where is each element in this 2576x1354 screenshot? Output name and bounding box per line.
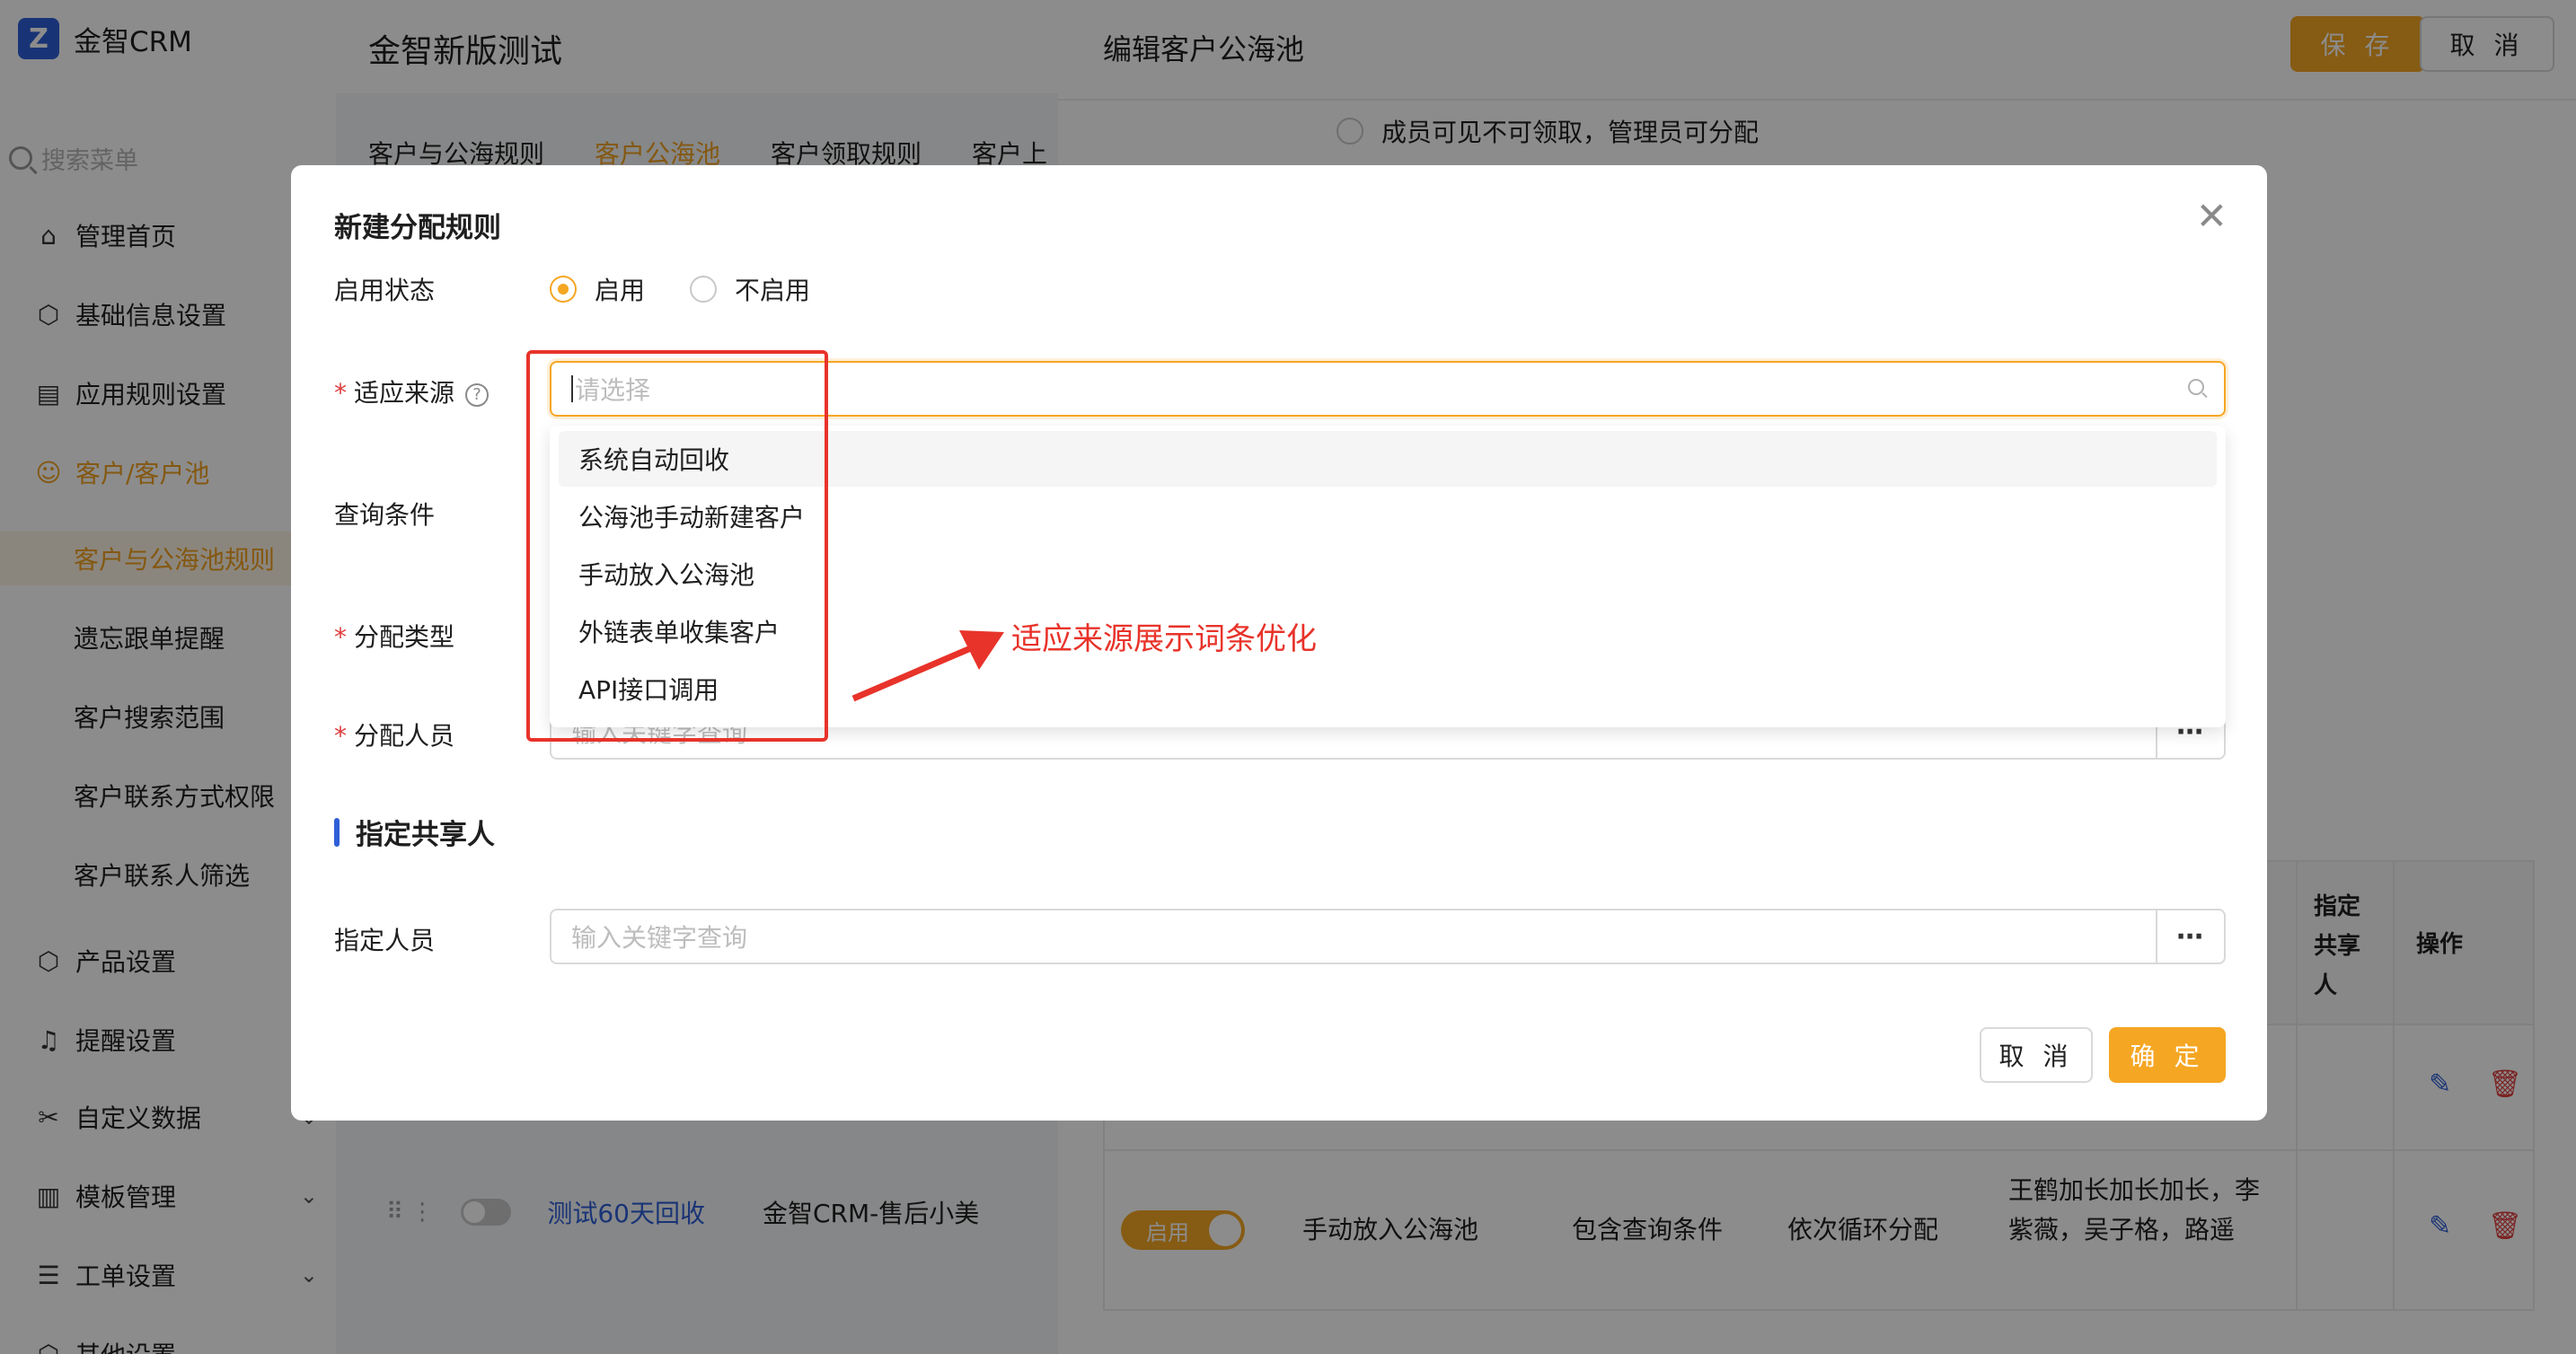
radio-disabled-label[interactable]: 不启用 [735,271,810,307]
source-label: * 适应来源? [334,374,490,409]
required-mark: * [334,721,347,751]
status-radio-group: 启用 不启用 [550,271,855,307]
confirm-button[interactable]: 确 定 [2109,1027,2226,1083]
query-label: 查询条件 [334,500,436,530]
assignee-label: * 分配人员 [334,721,455,751]
status-label: 启用状态 [334,276,436,305]
close-icon[interactable]: ✕ [2196,198,2228,235]
radio-enabled[interactable] [550,276,577,303]
share-input[interactable]: 输入关键字查询 ⋯ [550,909,2226,964]
share-placeholder: 输入关键字查询 [571,923,748,953]
more-icon[interactable]: ⋯ [2156,910,2224,963]
annotation-box [526,350,828,742]
search-icon [2188,379,2204,395]
required-mark: * [334,378,347,408]
section-bar [334,817,340,847]
section-title: 指定共享人 [356,819,495,851]
annotation-text: 适应来源展示词条优化 [1011,621,1317,657]
help-icon[interactable]: ? [465,383,490,407]
modal-title: 新建分配规则 [334,212,501,244]
section-share: 指定共享人 [334,812,495,852]
radio-enabled-label[interactable]: 启用 [595,271,645,307]
annotation-arrow-icon [851,630,1004,702]
type-label: * 分配类型 [334,622,455,652]
cancel-button[interactable]: 取 消 [1980,1027,2093,1083]
share-label: 指定人员 [334,926,436,955]
required-mark: * [334,622,347,652]
radio-disabled[interactable] [690,276,718,303]
